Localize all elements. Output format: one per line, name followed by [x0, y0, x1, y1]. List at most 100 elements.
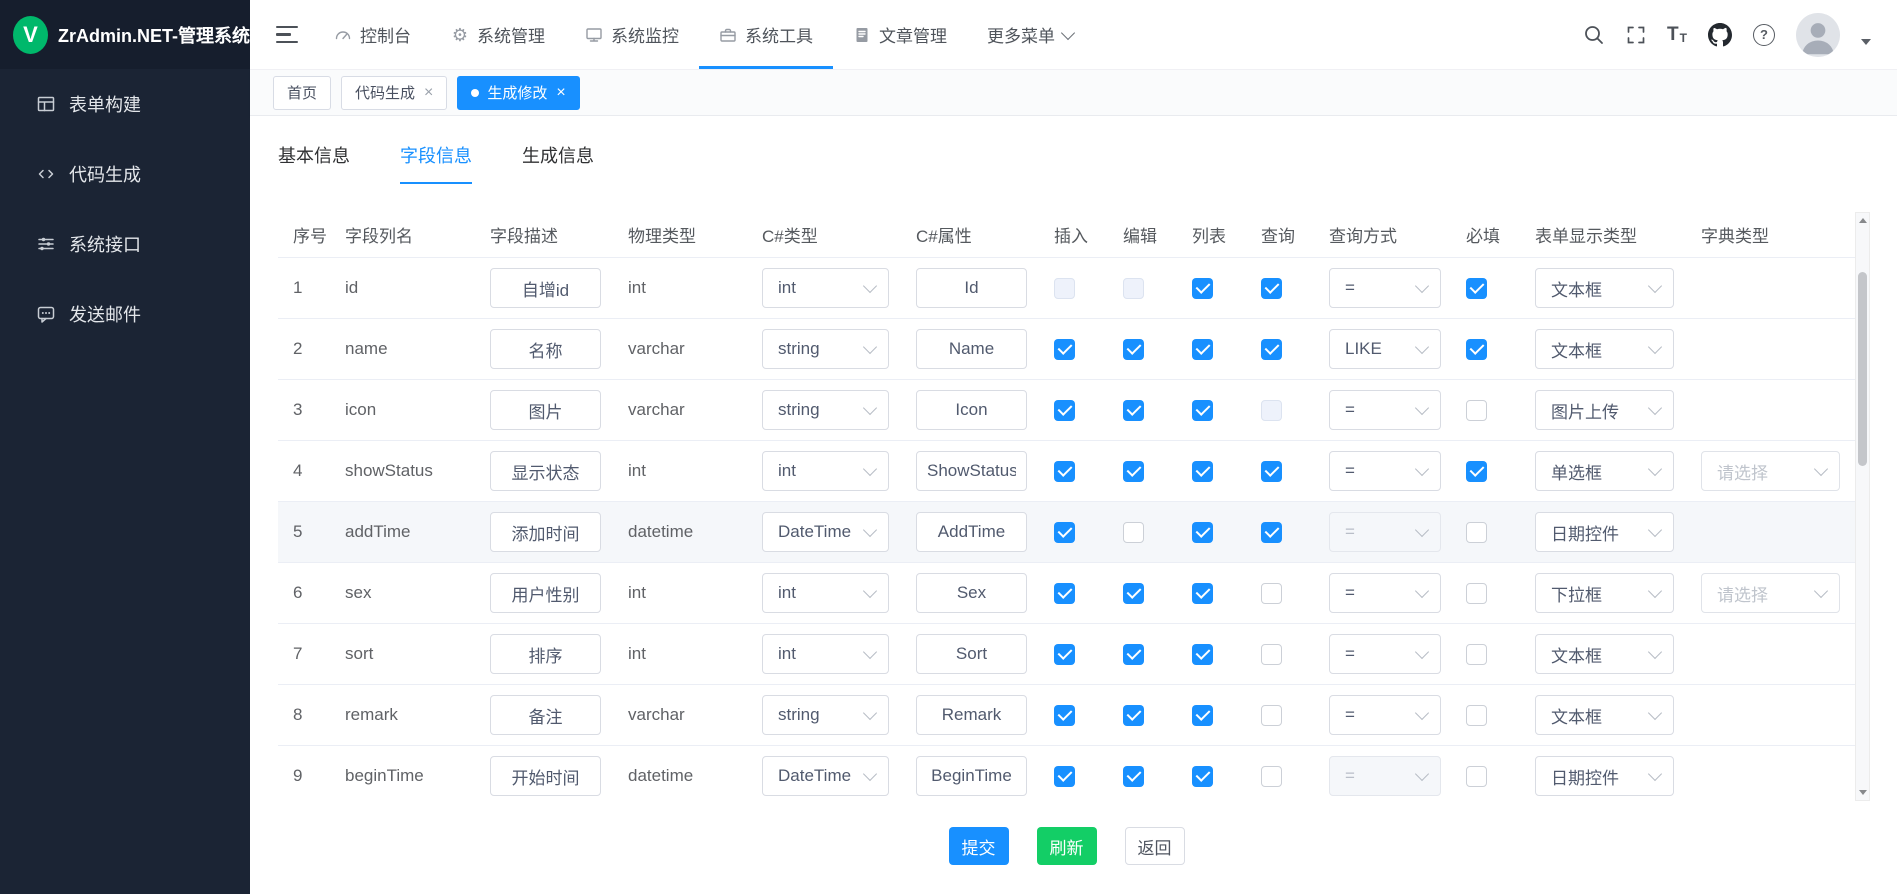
topnav-item-console[interactable]: 控制台: [314, 0, 431, 69]
required-checkbox[interactable]: [1466, 461, 1487, 482]
csharp-type-select[interactable]: DateTime: [762, 512, 889, 552]
insert-checkbox[interactable]: [1054, 583, 1075, 604]
topnav-item-article-management[interactable]: 文章管理: [833, 0, 967, 69]
github-icon[interactable]: [1708, 23, 1732, 47]
tab-generate-edit[interactable]: 生成修改: [457, 76, 579, 110]
edit-checkbox[interactable]: [1123, 705, 1144, 726]
query-checkbox[interactable]: [1261, 278, 1282, 299]
insert-checkbox[interactable]: [1054, 644, 1075, 665]
display-type-select[interactable]: 日期控件: [1535, 512, 1674, 552]
tab-field-info[interactable]: 字段信息: [400, 142, 472, 184]
required-checkbox[interactable]: [1466, 766, 1487, 787]
query-mode-select[interactable]: =: [1329, 634, 1441, 674]
font-size-icon[interactable]: TT: [1667, 25, 1687, 44]
field-desc-input[interactable]: [490, 390, 601, 430]
list-checkbox[interactable]: [1192, 705, 1213, 726]
topnav-item-more-menu[interactable]: 更多菜单: [967, 0, 1093, 69]
list-checkbox[interactable]: [1192, 522, 1213, 543]
insert-checkbox[interactable]: [1054, 766, 1075, 787]
fullscreen-icon[interactable]: [1626, 25, 1646, 45]
scroll-up-icon[interactable]: [1856, 213, 1869, 228]
scroll-thumb[interactable]: [1858, 272, 1867, 466]
csharp-property-input[interactable]: [916, 573, 1027, 613]
back-button[interactable]: 返回: [1125, 827, 1185, 865]
sidebar-item-send-mail[interactable]: 发送邮件: [0, 279, 250, 349]
sidebar-item-system-api[interactable]: 系统接口: [0, 209, 250, 279]
edit-checkbox[interactable]: [1123, 400, 1144, 421]
required-checkbox[interactable]: [1466, 583, 1487, 604]
query-mode-select[interactable]: =: [1329, 390, 1441, 430]
display-type-select[interactable]: 单选框: [1535, 451, 1674, 491]
csharp-type-select[interactable]: int: [762, 634, 889, 674]
query-mode-select[interactable]: LIKE: [1329, 329, 1441, 369]
dict-type-select[interactable]: 请选择: [1701, 573, 1840, 613]
dict-type-select[interactable]: 请选择: [1701, 451, 1840, 491]
edit-checkbox[interactable]: [1123, 644, 1144, 665]
csharp-property-input[interactable]: [916, 451, 1027, 491]
csharp-type-select[interactable]: string: [762, 390, 889, 430]
avatar-dropdown-icon[interactable]: [1861, 39, 1871, 45]
display-type-select[interactable]: 文本框: [1535, 695, 1674, 735]
field-desc-input[interactable]: [490, 268, 601, 308]
display-type-select[interactable]: 文本框: [1535, 268, 1674, 308]
edit-checkbox[interactable]: [1123, 339, 1144, 360]
refresh-button[interactable]: 刷新: [1037, 827, 1097, 865]
insert-checkbox[interactable]: [1054, 400, 1075, 421]
csharp-property-input[interactable]: [916, 634, 1027, 674]
collapse-menu-icon[interactable]: [276, 26, 298, 44]
insert-checkbox[interactable]: [1054, 705, 1075, 726]
csharp-property-input[interactable]: [916, 390, 1027, 430]
display-type-select[interactable]: 日期控件: [1535, 756, 1674, 796]
csharp-property-input[interactable]: [916, 695, 1027, 735]
required-checkbox[interactable]: [1466, 644, 1487, 665]
required-checkbox[interactable]: [1466, 339, 1487, 360]
insert-checkbox[interactable]: [1054, 339, 1075, 360]
query-checkbox[interactable]: [1261, 644, 1282, 665]
display-type-select[interactable]: 图片上传: [1535, 390, 1674, 430]
query-mode-select[interactable]: =: [1329, 695, 1441, 735]
csharp-type-select[interactable]: int: [762, 451, 889, 491]
csharp-type-select[interactable]: string: [762, 695, 889, 735]
query-checkbox[interactable]: [1261, 705, 1282, 726]
topnav-item-system-monitor[interactable]: 系统监控: [565, 0, 699, 69]
field-desc-input[interactable]: [490, 329, 601, 369]
query-mode-select[interactable]: =: [1329, 451, 1441, 491]
field-desc-input[interactable]: [490, 512, 601, 552]
tab-code-generation[interactable]: 代码生成: [341, 76, 447, 110]
required-checkbox[interactable]: [1466, 400, 1487, 421]
tab-generate-info[interactable]: 生成信息: [522, 142, 594, 184]
edit-checkbox[interactable]: [1123, 461, 1144, 482]
list-checkbox[interactable]: [1192, 583, 1213, 604]
list-checkbox[interactable]: [1192, 278, 1213, 299]
submit-button[interactable]: 提交: [949, 827, 1009, 865]
csharp-type-select[interactable]: int: [762, 268, 889, 308]
search-icon[interactable]: [1583, 24, 1605, 46]
close-icon[interactable]: [556, 85, 565, 101]
required-checkbox[interactable]: [1466, 278, 1487, 299]
display-type-select[interactable]: 文本框: [1535, 329, 1674, 369]
list-checkbox[interactable]: [1192, 400, 1213, 421]
topnav-item-system-management[interactable]: ⚙ 系统管理: [431, 0, 565, 69]
csharp-property-input[interactable]: [916, 756, 1027, 796]
csharp-property-input[interactable]: [916, 329, 1027, 369]
query-checkbox[interactable]: [1261, 461, 1282, 482]
required-checkbox[interactable]: [1466, 705, 1487, 726]
display-type-select[interactable]: 下拉框: [1535, 573, 1674, 613]
field-desc-input[interactable]: [490, 756, 601, 796]
close-icon[interactable]: [424, 85, 433, 101]
insert-checkbox[interactable]: [1054, 461, 1075, 482]
table-scrollbar[interactable]: [1855, 212, 1870, 801]
csharp-property-input[interactable]: [916, 512, 1027, 552]
csharp-type-select[interactable]: string: [762, 329, 889, 369]
tab-basic-info[interactable]: 基本信息: [278, 142, 350, 184]
field-desc-input[interactable]: [490, 634, 601, 674]
query-checkbox[interactable]: [1261, 339, 1282, 360]
insert-checkbox[interactable]: [1054, 522, 1075, 543]
query-mode-select[interactable]: =: [1329, 573, 1441, 613]
list-checkbox[interactable]: [1192, 461, 1213, 482]
edit-checkbox[interactable]: [1123, 583, 1144, 604]
list-checkbox[interactable]: [1192, 766, 1213, 787]
required-checkbox[interactable]: [1466, 522, 1487, 543]
csharp-type-select[interactable]: int: [762, 573, 889, 613]
query-mode-select[interactable]: =: [1329, 268, 1441, 308]
